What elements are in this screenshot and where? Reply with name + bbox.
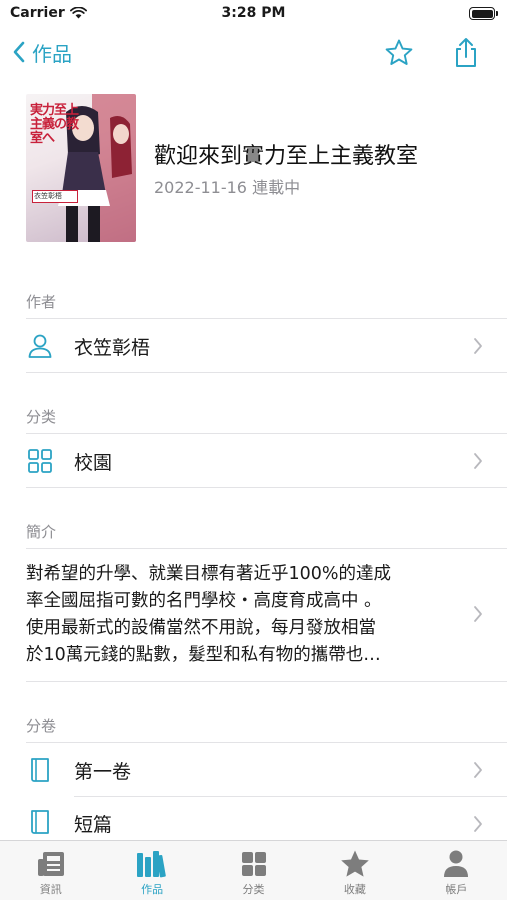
star-outline-icon [385,39,413,65]
favorite-button[interactable] [382,36,416,70]
status-bar: Carrier 3:28 PM [0,0,507,30]
tab-bar: 資訊 作品 分类 收藏 帳戶 [0,840,507,900]
star-icon [338,848,372,880]
tab-account[interactable]: 帳戶 [406,841,507,900]
chevron-right-icon [474,338,482,354]
volume-row[interactable]: 第一卷 [26,744,507,796]
intro-line: 率全國屈指可數的名門學校・高度育成高中 。 [26,591,382,611]
divider [26,742,507,743]
divider [26,433,507,434]
cover-author: 衣笠彰梧 [32,190,78,203]
section-header-category: 分类 [26,408,57,426]
tab-label: 帳戶 [445,883,468,896]
person-icon [26,332,54,360]
status-time: 3:28 PM [221,5,286,21]
intro-line: 於10萬元錢的點數，髮型和私有物的攜帶也… [26,645,381,665]
divider [26,548,507,549]
book-title: 歡迎來到實力至上主義教室 [154,144,419,169]
section-header-intro: 簡介 [26,523,57,541]
battery-icon [469,7,498,20]
intro-line: 對希望的升學、就業目標有著近乎100%的達成 [26,564,392,584]
share-icon [456,38,476,67]
news-icon [34,848,68,880]
intro-line: 使用最新式的設備當然不用說，每月發放相當 [26,618,376,638]
volume-row[interactable]: 短篇 [26,798,507,840]
tab-works[interactable]: 作品 [101,841,202,900]
category-row[interactable]: 校園 [26,435,507,487]
share-button[interactable] [449,36,483,70]
book-header: 実力至上主義の教室へ 衣笠彰梧 歡迎來到實力至上主義教室 2022-11-16 … [26,92,486,244]
divider [74,796,507,797]
chevron-right-icon [474,816,482,832]
divider [26,318,507,319]
divider [26,681,507,682]
grid-icon [26,447,54,475]
chevron-right-icon [474,453,482,469]
tab-favorites[interactable]: 收藏 [304,841,405,900]
author-row[interactable]: 衣笠彰梧 [26,320,507,372]
book-icon [26,808,54,836]
back-label: 作品 [32,41,72,66]
volume-label: 第一卷 [74,760,132,783]
chevron-right-icon [474,606,482,622]
tab-label: 分类 [242,883,265,896]
volume-label: 短篇 [74,814,113,836]
intro-text[interactable]: 對希望的升學、就業目標有著近乎100%的達成 率全國屈指可數的名門學校・高度育成… [26,561,455,669]
book-meta: 2022-11-16 連載中 [154,178,301,197]
chevron-left-icon [13,41,25,63]
books-icon [135,848,169,880]
section-header-author: 作者 [26,293,57,311]
back-button[interactable]: 作品 [12,36,72,68]
category-name: 校園 [74,451,113,474]
chevron-right-icon [474,762,482,778]
book-icon [26,756,54,784]
tab-label: 資訊 [39,883,62,896]
author-name: 衣笠彰梧 [74,336,151,359]
navigation-bar: 作品 [0,30,507,76]
tab-news[interactable]: 資訊 [0,841,101,900]
tab-category[interactable]: 分类 [203,841,304,900]
grid-icon [237,848,271,880]
section-header-volumes: 分卷 [26,717,57,735]
person-icon [439,848,473,880]
cover-title: 実力至上主義の教室へ [30,103,79,146]
tab-label: 作品 [141,883,164,896]
tab-label: 收藏 [343,883,366,896]
divider [26,372,507,373]
divider [26,487,507,488]
book-cover: 実力至上主義の教室へ 衣笠彰梧 [26,94,136,242]
